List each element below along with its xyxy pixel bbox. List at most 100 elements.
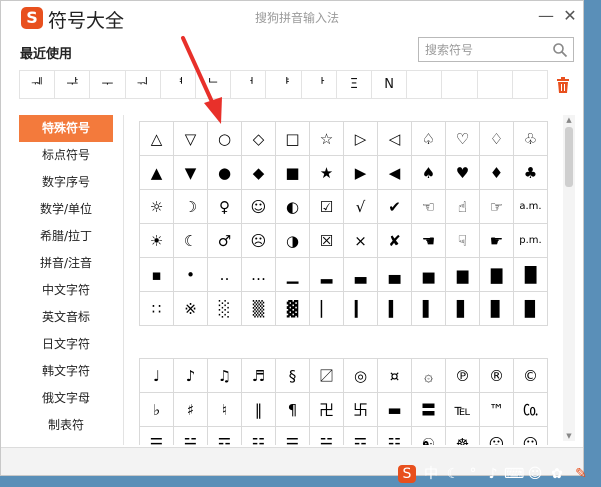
symbol-cell[interactable]: ☹	[479, 426, 514, 445]
symbol-cell[interactable]: █	[513, 257, 548, 292]
scroll-up-icon[interactable]: ▲	[563, 115, 575, 125]
symbol-cell[interactable]: ♤	[411, 121, 446, 156]
symbol-cell[interactable]: ♮	[207, 392, 242, 427]
recent-symbol-cell[interactable]: ᅥ	[231, 71, 267, 98]
symbol-cell[interactable]: 卍	[309, 392, 344, 427]
symbol-cell[interactable]: ☾	[173, 223, 208, 258]
recent-symbol-cell[interactable]: Ξ	[337, 71, 373, 98]
symbol-cell[interactable]: □	[275, 121, 310, 156]
symbol-cell[interactable]: ☲	[207, 426, 242, 445]
scroll-thumb[interactable]	[565, 127, 573, 187]
symbol-cell[interactable]: ▲	[139, 155, 174, 190]
symbol-cell[interactable]: ™	[479, 392, 514, 427]
symbol-cell[interactable]: ▬	[377, 392, 412, 427]
title-bar[interactable]: S 符号大全 搜狗拼音输入法 — ✕	[1, 1, 583, 35]
symbol-cell[interactable]: ★	[309, 155, 344, 190]
symbol-cell[interactable]: ‖	[241, 392, 276, 427]
symbol-cell[interactable]: •	[173, 257, 208, 292]
symbol-cell[interactable]: ▎	[343, 291, 378, 326]
symbol-cell[interactable]: ☶	[343, 426, 378, 445]
symbol-cell[interactable]: ☱	[173, 426, 208, 445]
symbol-cell[interactable]: ◀	[377, 155, 412, 190]
symbol-cell[interactable]: ☞	[479, 189, 514, 224]
symbol-cell[interactable]: ▽	[173, 121, 208, 156]
symbol-cell[interactable]: ◎	[343, 358, 378, 393]
symbol-cell[interactable]: ♯	[173, 392, 208, 427]
recent-symbol-cell[interactable]: ᅮ	[90, 71, 126, 98]
keyboard-icon[interactable]: ⌨	[504, 465, 524, 483]
symbol-cell[interactable]: ▌	[411, 291, 446, 326]
search-icon[interactable]	[552, 42, 568, 58]
symbol-cell[interactable]: ☛	[479, 223, 514, 258]
sidebar-item[interactable]: 数字序号	[19, 169, 113, 196]
symbol-cell[interactable]: ♣	[513, 155, 548, 190]
symbol-cell[interactable]: ░	[207, 291, 242, 326]
mic-icon[interactable]: ♪	[484, 465, 502, 483]
sidebar-item[interactable]: 韩文字符	[19, 358, 113, 385]
recent-symbol-cell[interactable]: ᅷ	[55, 71, 91, 98]
symbol-cell[interactable]: 卐	[343, 392, 378, 427]
symbol-cell[interactable]: ☵	[309, 426, 344, 445]
recent-symbol-cell[interactable]	[478, 71, 513, 98]
symbol-cell[interactable]: ▉	[513, 291, 548, 326]
recent-symbol-cell[interactable]	[407, 71, 443, 98]
symbol-cell[interactable]: ¶	[275, 392, 310, 427]
symbol-cell[interactable]: ✘	[377, 223, 412, 258]
symbol-cell[interactable]: ☚	[411, 223, 446, 258]
sidebar-item[interactable]: 希腊/拉丁	[19, 223, 113, 250]
symbol-cell[interactable]: p.m.	[513, 223, 548, 258]
symbol-cell[interactable]: ▪	[139, 257, 174, 292]
symbol-cell[interactable]: ♬	[241, 358, 276, 393]
symbol-cell[interactable]: ☝	[445, 189, 480, 224]
skin-icon[interactable]: ✿	[548, 465, 566, 483]
symbol-cell[interactable]: ♭	[139, 392, 174, 427]
recent-symbol-cell[interactable]: ᅰ	[20, 71, 56, 98]
symbol-cell[interactable]: ▍	[377, 291, 412, 326]
symbol-cell[interactable]: ◁	[377, 121, 412, 156]
symbol-cell[interactable]: a.m.	[513, 189, 548, 224]
symbol-cell[interactable]: ■	[275, 155, 310, 190]
symbol-cell[interactable]: ◇	[241, 121, 276, 156]
symbol-cell[interactable]: ☹	[241, 223, 276, 258]
sidebar-item[interactable]: 英文音标	[19, 304, 113, 331]
symbol-cell[interactable]: ▊	[479, 291, 514, 326]
symbol-cell[interactable]: ▂	[309, 257, 344, 292]
sidebar-item[interactable]: 拼音/注音	[19, 250, 113, 277]
symbol-cell[interactable]: ☸	[445, 426, 480, 445]
symbol-cell[interactable]: ▅	[411, 257, 446, 292]
recent-symbol-cell[interactable]: ᅯ	[126, 71, 161, 98]
symbol-cell[interactable]: 〓	[411, 392, 446, 427]
close-button[interactable]: ✕	[559, 5, 581, 27]
sidebar-item[interactable]: 俄文字母	[19, 385, 113, 412]
dot-icon[interactable]: °	[464, 465, 482, 483]
scrollbar[interactable]: ▲ ▼	[563, 115, 575, 441]
symbol-cell[interactable]: ▄	[377, 257, 412, 292]
symbol-cell[interactable]: ※	[173, 291, 208, 326]
symbol-cell[interactable]: ▓	[275, 291, 310, 326]
sidebar-item[interactable]: 制表符	[19, 412, 113, 439]
symbol-cell[interactable]: ☼	[139, 189, 174, 224]
sidebar-item[interactable]: 日文字符	[19, 331, 113, 358]
symbol-cell[interactable]: ▇	[479, 257, 514, 292]
symbol-cell[interactable]: ☟	[445, 223, 480, 258]
sidebar-item[interactable]: 数学/单位	[19, 196, 113, 223]
symbol-cell[interactable]: ◆	[241, 155, 276, 190]
sidebar-item[interactable]: 特殊符号	[19, 115, 113, 142]
recent-symbol-cell[interactable]	[513, 71, 547, 98]
symbol-cell[interactable]: ♫	[207, 358, 242, 393]
sidebar-item[interactable]: 中文字符	[19, 277, 113, 304]
symbol-cell[interactable]: ☳	[241, 426, 276, 445]
symbol-cell[interactable]: ♢	[479, 121, 514, 156]
symbol-cell[interactable]: ○	[207, 121, 242, 156]
symbol-cell[interactable]: ✔	[377, 189, 412, 224]
symbol-cell[interactable]: ℗	[445, 358, 480, 393]
symbol-cell[interactable]: ☺	[513, 426, 548, 445]
symbol-cell[interactable]: △	[139, 121, 174, 156]
symbol-cell[interactable]: ☷	[377, 426, 412, 445]
search-input[interactable]	[419, 38, 547, 61]
symbol-cell[interactable]: 〼	[309, 358, 344, 393]
symbol-cell[interactable]: ▁	[275, 257, 310, 292]
symbol-cell[interactable]: ∷	[139, 291, 174, 326]
symbol-cell[interactable]: ☴	[275, 426, 310, 445]
moon-icon[interactable]: ☾	[444, 465, 462, 483]
